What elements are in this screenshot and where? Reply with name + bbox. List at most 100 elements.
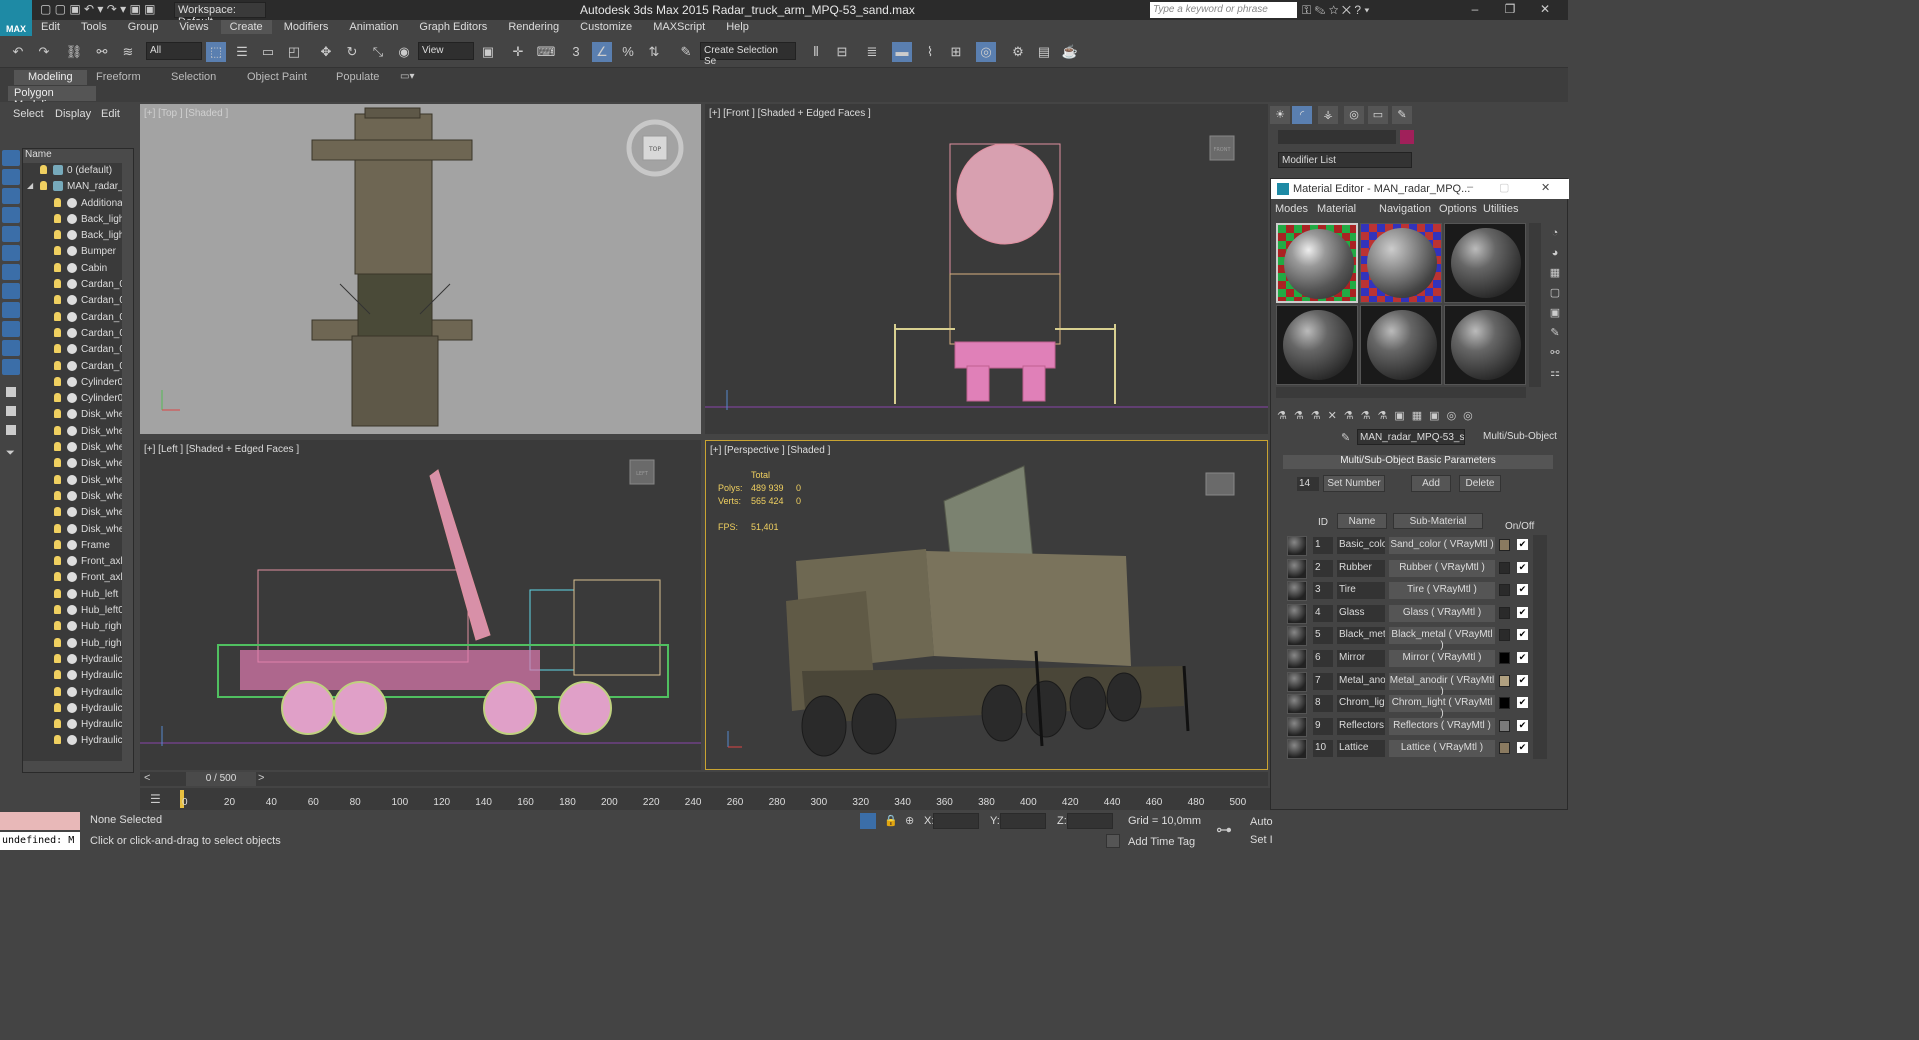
set-key-button[interactable]: Set I bbox=[1250, 834, 1273, 846]
mirror-icon[interactable]: ⫴ bbox=[806, 42, 826, 62]
modifier-list-dropdown[interactable]: Modifier List bbox=[1278, 152, 1412, 168]
minimize-button[interactable]: – bbox=[1460, 2, 1490, 18]
filter-lights-icon[interactable] bbox=[2, 188, 20, 204]
sub-material-button[interactable]: Tire ( VRayMtl ) bbox=[1389, 582, 1495, 600]
on-off-checkbox[interactable]: ✔ bbox=[1517, 539, 1528, 550]
align-icon[interactable]: ⊟ bbox=[832, 42, 852, 62]
tree-row[interactable]: Cabin bbox=[23, 261, 133, 277]
filter-frozen-icon[interactable] bbox=[2, 340, 20, 356]
object-name-field[interactable] bbox=[1278, 130, 1396, 144]
tree-row[interactable]: Cardan_0 bbox=[23, 277, 133, 293]
material-slot-6[interactable] bbox=[1444, 305, 1526, 385]
maxscript-listener[interactable] bbox=[0, 812, 80, 830]
tree-row[interactable]: Hub_right bbox=[23, 619, 133, 635]
material-name-field[interactable]: MAN_radar_MPQ-53_sand bbox=[1357, 429, 1465, 445]
set-number-button[interactable]: Set Number bbox=[1323, 475, 1385, 492]
light-bulb-icon[interactable] bbox=[54, 262, 61, 272]
scale-icon[interactable]: ⤡ bbox=[368, 42, 388, 62]
move-icon[interactable]: ✥ bbox=[316, 42, 336, 62]
object-color-swatch[interactable] bbox=[1400, 130, 1414, 144]
key-icon[interactable]: ⊶ bbox=[1216, 820, 1232, 840]
create-tab-icon[interactable]: ☀ bbox=[1270, 106, 1290, 124]
diffuse-color-swatch[interactable] bbox=[1499, 606, 1510, 619]
viewport-top[interactable]: [+] [Top ] [Shaded ] TOP bbox=[140, 104, 701, 434]
sub-material-button[interactable]: Chrom_light ( VRayMtl ) bbox=[1389, 695, 1495, 719]
sub-material-row[interactable]: 10 Lattice Lattice ( VRayMtl ) ✔ bbox=[1285, 738, 1547, 760]
menu-help[interactable]: Help bbox=[717, 20, 758, 34]
sub-material-name[interactable]: Chrom_light bbox=[1337, 695, 1385, 713]
light-bulb-icon[interactable] bbox=[54, 425, 61, 435]
diffuse-color-swatch[interactable] bbox=[1499, 561, 1510, 574]
unlink-icon[interactable]: ⚯ bbox=[92, 42, 112, 62]
tab-modeling[interactable]: Modeling bbox=[14, 70, 87, 85]
slots-vertical-scrollbar[interactable] bbox=[1529, 223, 1541, 387]
light-bulb-icon[interactable] bbox=[54, 572, 61, 582]
layer-row[interactable]: 0 (default) bbox=[23, 163, 133, 179]
material-preview-swatch[interactable] bbox=[1287, 671, 1307, 692]
time-slider-frame[interactable]: 0 / 500 bbox=[186, 772, 256, 786]
sub-material-id[interactable]: 10 bbox=[1313, 740, 1333, 758]
display-all-icon[interactable] bbox=[6, 387, 16, 397]
tree-row[interactable]: Disk_whe bbox=[23, 424, 133, 440]
material-preview-swatch[interactable] bbox=[1287, 694, 1307, 715]
selection-filter-dropdown[interactable]: All bbox=[146, 42, 202, 60]
viewport-perspective[interactable]: [+] [Perspective ] [Shaded ] Total Polys… bbox=[705, 440, 1268, 770]
maximize-button[interactable]: ❐ bbox=[1495, 2, 1525, 18]
rollout-multi-sub-basic-params[interactable]: Multi/Sub-Object Basic Parameters bbox=[1283, 455, 1553, 469]
on-off-checkbox[interactable]: ✔ bbox=[1517, 584, 1528, 596]
tree-row[interactable]: Disk_whe bbox=[23, 456, 133, 472]
light-bulb-icon[interactable] bbox=[40, 181, 47, 191]
sub-material-row[interactable]: 2 Rubber Rubber ( VRayMtl ) ✔ bbox=[1285, 558, 1547, 580]
close-button[interactable]: ✕ bbox=[1530, 2, 1560, 18]
tree-row[interactable]: Disk_whe bbox=[23, 489, 133, 505]
collapse-arrow-icon[interactable]: ◢ bbox=[27, 181, 33, 190]
pivot-icon[interactable]: ▣ bbox=[478, 42, 498, 62]
sub-material-button[interactable]: Black_metal ( VRayMtl ) bbox=[1389, 627, 1495, 651]
sub-material-button[interactable]: Metal_anodir ( VRayMtl ) bbox=[1389, 672, 1495, 697]
select-object-icon[interactable]: ⬚ bbox=[206, 42, 226, 62]
light-bulb-icon[interactable] bbox=[54, 735, 61, 745]
sub-material-id[interactable]: 6 bbox=[1313, 650, 1333, 667]
explorer-menu-display[interactable]: Display bbox=[55, 108, 91, 120]
utilities-tab-icon[interactable]: ✎ bbox=[1392, 106, 1412, 124]
viewport-left[interactable]: [+] [Left ] [Shaded + Edged Faces ] LEFT bbox=[140, 440, 701, 770]
column-name[interactable]: Name bbox=[1337, 513, 1387, 529]
edit-named-sets-icon[interactable]: ✎ bbox=[676, 42, 696, 62]
explorer-menu-select[interactable]: Select bbox=[13, 108, 44, 120]
display-tab-icon[interactable]: ▭ bbox=[1368, 106, 1388, 124]
tree-row[interactable]: Disk_whe bbox=[23, 505, 133, 521]
light-bulb-icon[interactable] bbox=[54, 474, 61, 484]
sub-material-id[interactable]: 3 bbox=[1313, 582, 1333, 600]
sub-material-id[interactable]: 2 bbox=[1313, 559, 1333, 577]
sub-material-button[interactable]: Reflectors ( VRayMtl ) bbox=[1389, 717, 1495, 735]
track-bar[interactable]: ☰ 0 20 40 60 80 100 120 140 160 180 200 220 240 260 28… bbox=[140, 788, 1270, 810]
sub-material-row[interactable]: 1Basic_colorSand_color ( VRayMtl ) ✔ bbox=[1285, 535, 1547, 557]
menu-group[interactable]: Group bbox=[119, 20, 168, 34]
sub-material-name[interactable]: Basic_color bbox=[1337, 537, 1385, 554]
sub-material-button[interactable]: Mirror ( VRayMtl ) bbox=[1389, 650, 1495, 667]
diffuse-color-swatch[interactable] bbox=[1499, 719, 1510, 732]
light-bulb-icon[interactable] bbox=[54, 327, 61, 337]
menu-animation[interactable]: Animation bbox=[340, 20, 407, 34]
rotate-icon[interactable]: ↻ bbox=[342, 42, 362, 62]
menu-graph-editors[interactable]: Graph Editors bbox=[410, 20, 496, 34]
y-coordinate-field[interactable] bbox=[1000, 813, 1046, 829]
tree-row[interactable]: Hydraulic bbox=[23, 701, 133, 717]
sub-material-row[interactable]: 4 Glass Glass ( VRayMtl ) ✔ bbox=[1285, 603, 1547, 625]
sub-material-row[interactable]: 6 Mirror Mirror ( VRayMtl ) ✔ bbox=[1285, 648, 1547, 670]
material-preview-swatch[interactable] bbox=[1287, 558, 1307, 579]
filter-hidden-icon[interactable] bbox=[2, 359, 20, 375]
ribbon-options-icon[interactable]: ▭▾ bbox=[400, 71, 414, 82]
add-time-tag[interactable]: Add Time Tag bbox=[1128, 836, 1195, 848]
sub-material-name[interactable]: Black_metal bbox=[1337, 627, 1385, 645]
light-bulb-icon[interactable] bbox=[54, 279, 61, 289]
tab-object-paint[interactable]: Object Paint bbox=[233, 70, 321, 85]
diffuse-color-swatch[interactable] bbox=[1499, 629, 1510, 642]
sub-material-button[interactable]: Rubber ( VRayMtl ) bbox=[1389, 559, 1495, 577]
on-off-checkbox[interactable]: ✔ bbox=[1517, 742, 1528, 754]
filter-xrefs-icon[interactable] bbox=[2, 283, 20, 299]
display-invert-icon[interactable] bbox=[6, 425, 16, 435]
diffuse-color-swatch[interactable] bbox=[1499, 674, 1510, 687]
tree-row[interactable]: Disk_whe bbox=[23, 522, 133, 538]
filter-funnel-icon[interactable]: ⏷ bbox=[6, 447, 15, 460]
